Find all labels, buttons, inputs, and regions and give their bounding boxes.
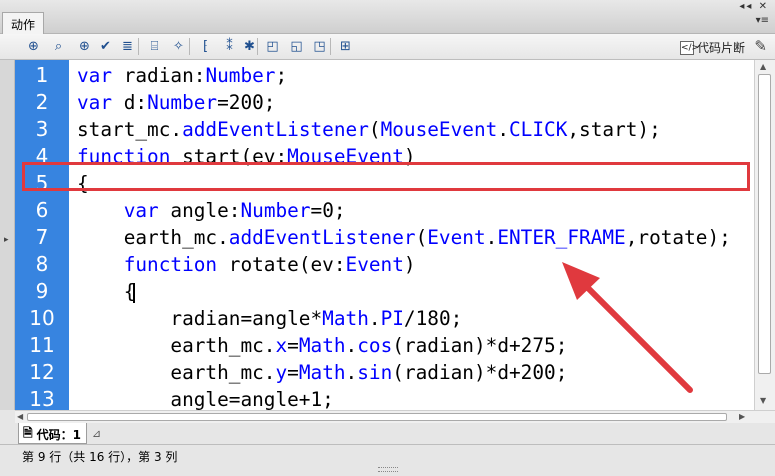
text-cursor	[133, 283, 135, 303]
vertical-scrollbar[interactable]: ▲ ▼	[754, 60, 775, 410]
scroll-up-icon[interactable]: ▲	[760, 62, 766, 71]
vertical-scroll-thumb[interactable]	[758, 74, 771, 374]
red-arrow-annotation	[562, 262, 693, 393]
status-bar: 第 9 行（共 16 行），第 3 列	[0, 445, 775, 467]
script-tab-strip: 🗎 代码：1 ⊿	[0, 423, 775, 445]
cursor-position-status: 第 9 行（共 16 行），第 3 列	[22, 450, 178, 464]
document-icon: 🗎	[23, 425, 33, 440]
scroll-left-icon[interactable]: ◀	[17, 412, 23, 421]
scroll-right-icon[interactable]: ▶	[739, 412, 745, 421]
code-tab-label: 代码：1	[36, 427, 82, 442]
resize-grip[interactable]	[378, 467, 398, 472]
horizontal-scroll-thumb[interactable]	[27, 413, 727, 421]
tab-code-1[interactable]: 🗎 代码：1	[18, 423, 88, 444]
horizontal-scrollbar[interactable]: ◀ ▶	[15, 410, 775, 423]
scroll-down-icon[interactable]: ▼	[760, 396, 766, 405]
pin-icon[interactable]: ⊿	[92, 427, 101, 440]
